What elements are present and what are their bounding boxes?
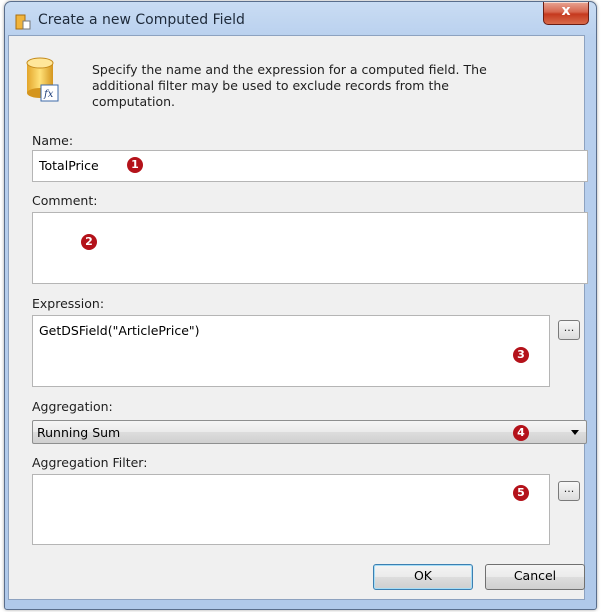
aggregation-dropdown[interactable]: Running Sum [32,420,587,444]
window-title: Create a new Computed Field [38,12,245,28]
name-label: Name: [32,133,74,148]
comment-label: Comment: [32,193,98,208]
aggregation-filter-browse-button[interactable]: ... [558,481,580,501]
callout-marker-2: 2 [81,234,97,250]
expression-browse-button[interactable]: ... [558,320,580,340]
expression-field[interactable]: GetDSField("ArticlePrice") [32,315,550,387]
dialog-description: Specify the name and the expression for … [92,62,487,109]
title-bar[interactable]: Create a new Computed Field x [5,2,596,36]
svg-text:fx: fx [43,89,54,100]
callout-marker-1: 1 [127,157,143,173]
chevron-down-icon [571,430,579,435]
expression-label: Expression: [32,296,105,311]
ok-button[interactable]: OK [373,564,473,590]
cancel-button[interactable]: Cancel [485,564,585,590]
callout-marker-3: 3 [513,347,529,363]
callout-marker-5: 5 [513,485,529,501]
aggregation-filter-field[interactable] [32,474,550,545]
comment-field[interactable] [32,212,588,284]
callout-marker-4: 4 [513,425,529,441]
aggregation-selected: Running Sum [37,425,121,440]
aggregation-filter-label: Aggregation Filter: [32,455,148,470]
aggregation-label: Aggregation: [32,399,113,414]
name-value: TotalPrice [39,158,99,173]
app-icon [15,14,31,30]
expression-value: GetDSField("ArticlePrice") [39,323,200,338]
close-button[interactable]: x [543,2,589,25]
name-field[interactable]: TotalPrice [32,150,588,182]
computed-field-icon: fx [26,57,59,102]
